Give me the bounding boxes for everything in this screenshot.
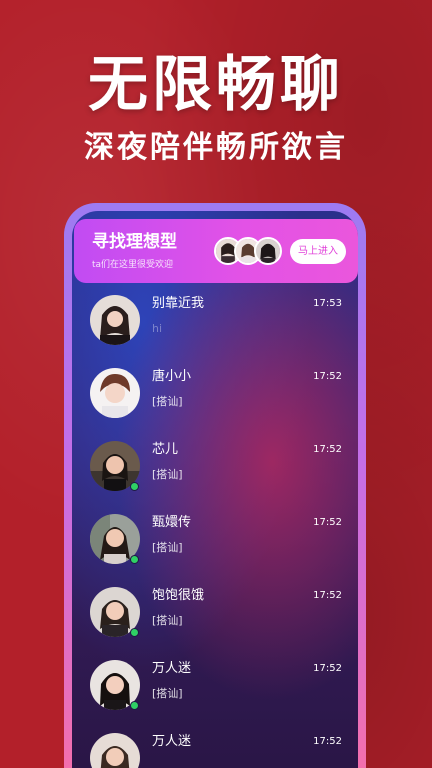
chat-time: 17:52 xyxy=(313,517,342,528)
chat-list-item[interactable]: 芯儿 17:52 [搭讪] xyxy=(72,429,358,502)
chat-preview: [搭讪] xyxy=(152,395,183,408)
chat-name: 万人迷 xyxy=(152,734,192,749)
online-status-dot xyxy=(130,701,139,710)
chat-list-item[interactable]: 甄嬛传 17:52 [搭讪] xyxy=(72,502,358,575)
promo-subline: 深夜陪伴畅所欲言 xyxy=(84,130,348,165)
chat-list-item[interactable]: 别靠近我 17:53 hi xyxy=(72,283,358,356)
chat-time: 17:52 xyxy=(313,736,342,747)
chat-time: 17:53 xyxy=(313,298,342,309)
chat-name: 唐小小 xyxy=(152,369,192,384)
chat-name: 万人迷 xyxy=(152,661,192,676)
chat-preview: [搭讪] xyxy=(152,468,183,481)
chat-list-item[interactable]: 唐小小 17:52 [搭讪] xyxy=(72,356,358,429)
chat-time: 17:52 xyxy=(313,444,342,455)
chat-list-item[interactable]: 万人迷 17:52 xyxy=(72,721,358,768)
online-status-dot xyxy=(130,555,139,564)
promo-headline: 无限畅聊 xyxy=(88,50,344,120)
enter-now-button[interactable]: 马上进入 xyxy=(290,239,346,264)
chat-preview: [搭讪] xyxy=(152,541,183,554)
online-status-dot xyxy=(130,482,139,491)
chat-name: 甄嬛传 xyxy=(152,515,192,530)
online-status-dot xyxy=(130,628,139,637)
banner-title: 寻找理想型 xyxy=(92,232,177,252)
chat-preview: hi xyxy=(152,322,163,335)
chat-preview: [搭讪] xyxy=(152,687,183,700)
avatar xyxy=(90,368,140,418)
chat-list: 别靠近我 17:53 hi 唐小小 17:52 [搭讪] 芯儿 17:52 [搭… xyxy=(72,283,358,768)
chat-name: 别靠近我 xyxy=(152,296,205,311)
chat-time: 17:52 xyxy=(313,590,342,601)
chat-name: 饱饱很饿 xyxy=(152,588,205,603)
chat-time: 17:52 xyxy=(313,371,342,382)
banner-avatar-group xyxy=(214,237,284,265)
chat-time: 17:52 xyxy=(313,663,342,674)
chat-list-item[interactable]: 万人迷 17:52 [搭讪] xyxy=(72,648,358,721)
avatar xyxy=(90,733,140,768)
avatar xyxy=(254,237,282,265)
phone-frame: 寻找理想型 ta们在这里很受欢迎 马上进入 别靠近我 17:53 hi 唐小小 … xyxy=(64,203,366,768)
chat-list-item[interactable]: 饱饱很饿 17:52 [搭讪] xyxy=(72,575,358,648)
chat-name: 芯儿 xyxy=(152,442,179,457)
find-ideal-banner[interactable]: 寻找理想型 ta们在这里很受欢迎 马上进入 xyxy=(74,219,358,283)
avatar xyxy=(90,295,140,345)
phone-screen: 寻找理想型 ta们在这里很受欢迎 马上进入 别靠近我 17:53 hi 唐小小 … xyxy=(72,211,358,768)
chat-preview: [搭讪] xyxy=(152,614,183,627)
banner-subtitle: ta们在这里很受欢迎 xyxy=(92,260,174,270)
